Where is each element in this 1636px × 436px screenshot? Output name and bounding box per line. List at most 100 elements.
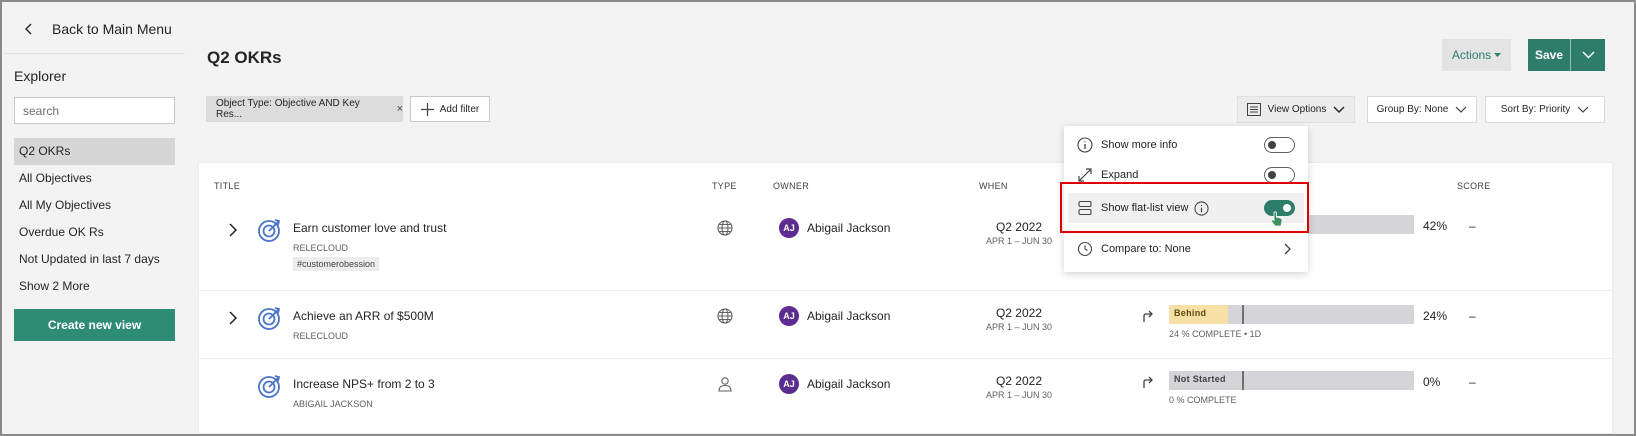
- menu-item-show-more-info[interactable]: Show more info: [1064, 130, 1308, 160]
- globe-icon: [717, 220, 733, 236]
- time-marker: [1242, 371, 1244, 390]
- chevron-left-icon: [25, 23, 32, 34]
- trend-arrow-icon: [1143, 310, 1153, 322]
- quarter: Q2 2022: [995, 306, 1043, 320]
- add-filter-button[interactable]: Add filter: [410, 96, 490, 122]
- save-button[interactable]: Save: [1528, 39, 1571, 71]
- header-title: TITLE: [214, 181, 241, 191]
- back-to-main-menu-link[interactable]: Back to Main Menu: [4, 4, 185, 54]
- view-options-button[interactable]: View Options: [1237, 96, 1355, 123]
- sidebar-item-all-my-objectives[interactable]: All My Objectives: [14, 192, 175, 219]
- show-more-info-toggle[interactable]: [1264, 137, 1295, 153]
- chevron-down-icon: [1333, 106, 1345, 113]
- sidebar-item-show-more[interactable]: Show 2 More: [14, 273, 175, 300]
- actions-button[interactable]: Actions: [1442, 39, 1511, 71]
- page-title: Q2 OKRs: [207, 48, 282, 67]
- progress-note: 24 % COMPLETE • 1D: [1169, 329, 1262, 339]
- filter-chip-label: Object Type: Objective AND Key Res...: [216, 98, 360, 120]
- score-value: –: [1469, 219, 1476, 233]
- trend-arrow-icon: [1143, 376, 1153, 388]
- show-more-info-label: Show more info: [1101, 139, 1178, 151]
- status-label: Not Started: [1174, 374, 1226, 384]
- objective-target-icon: [258, 219, 281, 242]
- owner-name[interactable]: Abigail Jackson: [807, 309, 890, 323]
- chevron-down-icon: [1577, 106, 1589, 113]
- table-row[interactable]: Earn customer love and trust RELECLOUD #…: [199, 201, 1614, 291]
- progress-bar: Not Started: [1169, 371, 1414, 390]
- sort-by-label: Sort By: Priority: [1500, 104, 1571, 115]
- hand-cursor-icon: [1270, 211, 1283, 227]
- header-type: TYPE: [712, 181, 737, 191]
- header-when: WHEN: [979, 181, 1008, 191]
- objective-owner-team: RELECLOUD: [293, 331, 349, 341]
- when-cell: Q2 2022 APR 1 – JUN 30: [974, 306, 1064, 332]
- date-range: APR 1 – JUN 30: [985, 322, 1053, 332]
- info-icon: [1077, 137, 1093, 153]
- chevron-right-icon[interactable]: [227, 311, 239, 325]
- sidebar-item-all-objectives[interactable]: All Objectives: [14, 165, 175, 192]
- quarter: Q2 2022: [995, 220, 1043, 234]
- back-label: Back to Main Menu: [52, 20, 172, 37]
- sort-by-dropdown[interactable]: Sort By: Priority: [1485, 96, 1605, 123]
- main-content: Q2 OKRs Actions Save Object Type: Object…: [185, 4, 1622, 434]
- list-icon: [1246, 103, 1261, 116]
- save-dropdown-button[interactable]: [1571, 39, 1605, 71]
- sidebar-item-not-updated[interactable]: Not Updated in last 7 days: [14, 246, 175, 273]
- view-options-label: View Options: [1267, 104, 1327, 115]
- chevron-right-icon[interactable]: [227, 223, 239, 237]
- objective-owner-team: RELECLOUD: [293, 243, 349, 253]
- okr-table: TITLE TYPE OWNER WHEN SCORE Earn custome…: [198, 162, 1614, 434]
- menu-item-compare-to[interactable]: Compare to: None: [1064, 234, 1308, 264]
- objective-title[interactable]: Achieve an ARR of $500M: [293, 309, 434, 323]
- date-range: APR 1 – JUN 30: [985, 390, 1053, 400]
- person-icon: [718, 377, 732, 392]
- create-new-view-button[interactable]: Create new view: [14, 309, 175, 341]
- key-result-owner: ABIGAIL JACKSON: [293, 399, 373, 409]
- avatar: AJ: [779, 306, 799, 326]
- expand-label: Expand: [1101, 169, 1139, 181]
- date-range: APR 1 – JUN 30: [985, 236, 1053, 246]
- key-result-target-icon: [258, 375, 281, 398]
- progress-note: 0 % COMPLETE: [1169, 395, 1237, 405]
- score-value: –: [1469, 375, 1476, 389]
- group-by-label: Group By: None: [1376, 104, 1449, 115]
- compare-to-label: Compare to: None: [1101, 243, 1191, 255]
- sidebar-nav: Q2 OKRs All Objectives All My Objectives…: [14, 138, 175, 300]
- expand-toggle[interactable]: [1264, 167, 1295, 183]
- header-score: SCORE: [1457, 181, 1491, 191]
- actions-label: Actions: [1451, 48, 1492, 62]
- search-input[interactable]: [14, 97, 175, 124]
- when-cell: Q2 2022 APR 1 – JUN 30: [974, 374, 1064, 400]
- avatar: AJ: [779, 218, 799, 238]
- time-marker: [1242, 305, 1244, 324]
- quarter: Q2 2022: [995, 374, 1043, 388]
- avatar: AJ: [779, 374, 799, 394]
- owner-name[interactable]: Abigail Jackson: [807, 377, 890, 391]
- objective-title[interactable]: Earn customer love and trust: [293, 221, 446, 235]
- owner-name[interactable]: Abigail Jackson: [807, 221, 890, 235]
- progress-percent: 42%: [1423, 219, 1448, 233]
- globe-icon: [717, 308, 733, 324]
- progress-percent: 0%: [1423, 375, 1441, 389]
- header-owner: OWNER: [773, 181, 809, 191]
- objective-target-icon: [258, 307, 281, 330]
- plus-icon: [420, 102, 434, 116]
- status-label: Behind: [1174, 308, 1207, 318]
- chevron-down-icon: [1455, 106, 1467, 113]
- hashtag-badge[interactable]: #customerobession: [293, 257, 380, 271]
- group-by-dropdown[interactable]: Group By: None: [1367, 96, 1477, 123]
- progress-percent: 24%: [1423, 309, 1448, 323]
- history-icon: [1077, 241, 1093, 257]
- filter-chip[interactable]: Object Type: Objective AND Key Res... ×: [206, 96, 403, 122]
- score-value: –: [1469, 309, 1476, 323]
- sidebar: Back to Main Menu Explorer Q2 OKRs All O…: [4, 4, 185, 434]
- remove-filter-icon[interactable]: ×: [397, 103, 403, 115]
- sidebar-item-overdue-okrs[interactable]: Overdue OK Rs: [14, 219, 175, 246]
- chevron-right-icon: [1284, 243, 1291, 255]
- expand-icon: [1078, 168, 1092, 182]
- sidebar-item-q2-okrs[interactable]: Q2 OKRs: [14, 138, 175, 165]
- table-row[interactable]: Achieve an ARR of $500M RELECLOUD AJ Abi…: [199, 291, 1614, 359]
- key-result-title[interactable]: Increase NPS+ from 2 to 3: [293, 377, 435, 391]
- table-row[interactable]: Increase NPS+ from 2 to 3 ABIGAIL JACKSO…: [199, 359, 1614, 434]
- when-cell: Q2 2022 APR 1 – JUN 30: [974, 220, 1064, 246]
